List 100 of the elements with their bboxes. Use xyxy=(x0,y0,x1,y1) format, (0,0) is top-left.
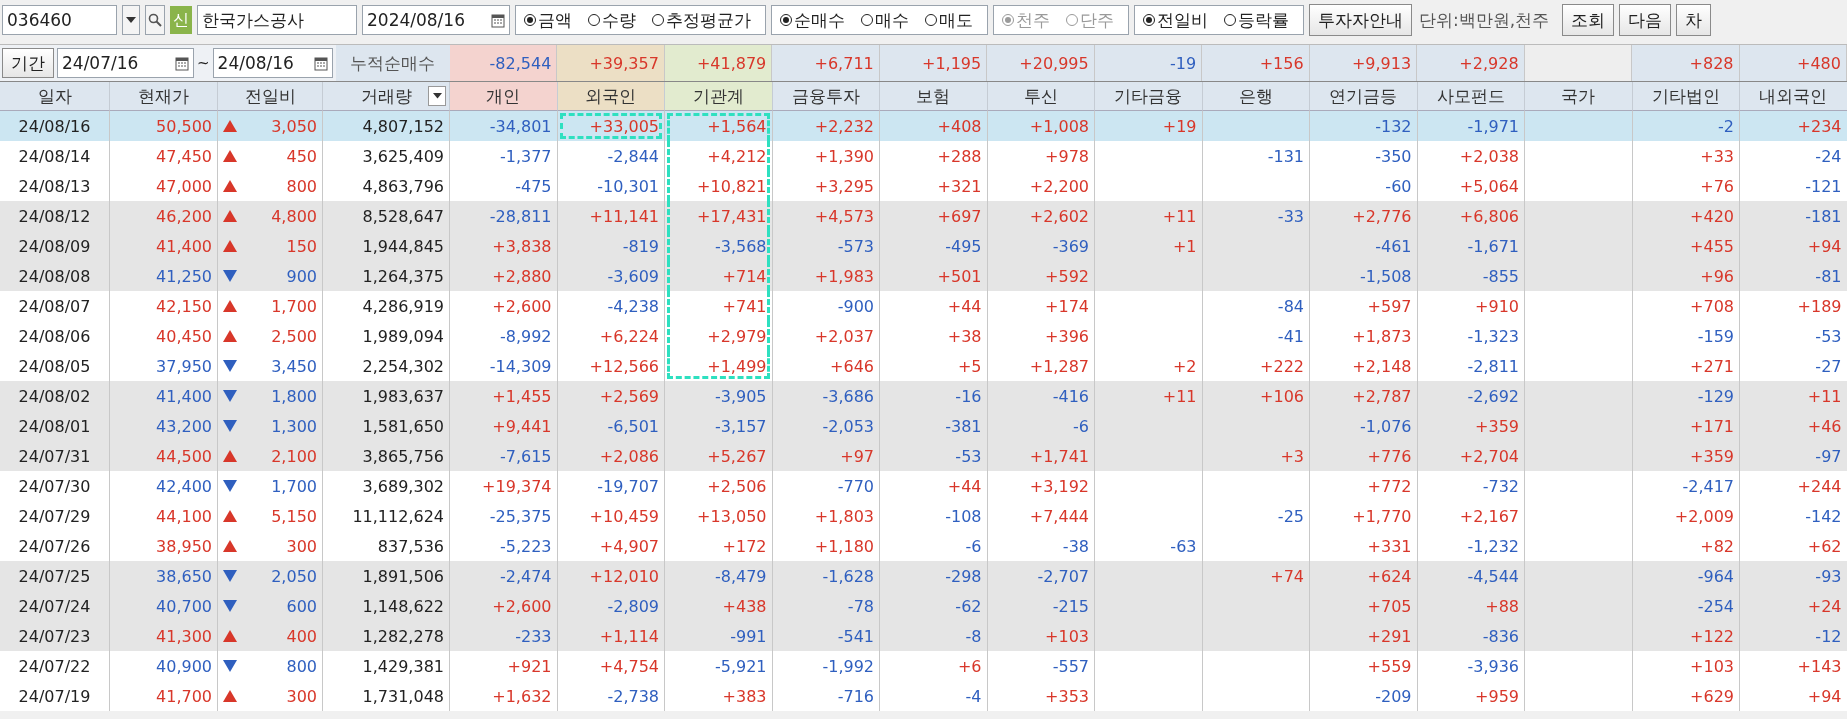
summary-cell: -19 xyxy=(1094,45,1203,81)
value-cell: +1,632 xyxy=(450,681,558,711)
period-button[interactable]: 기간 xyxy=(2,48,54,78)
start-date-field[interactable]: 24/07/16 xyxy=(57,48,194,78)
search-button[interactable] xyxy=(145,5,165,35)
value-cell: -97 xyxy=(1740,441,1847,471)
value-cell: +143 xyxy=(1740,651,1847,681)
value-cell: +94 xyxy=(1740,681,1847,711)
date-cell: 24/07/22 xyxy=(0,651,110,681)
value-cell: -25,375 xyxy=(450,501,558,531)
sort-dropdown-button[interactable] xyxy=(428,86,446,106)
value-cell: -4 xyxy=(880,681,988,711)
value-cell: +1 xyxy=(1095,231,1203,261)
investor-guide-button[interactable]: 투자자안내 xyxy=(1309,4,1412,36)
radio-option[interactable]: 등락률 xyxy=(1224,8,1289,32)
value-cell: +697 xyxy=(880,201,988,231)
value-cell: +1,180 xyxy=(772,531,880,561)
value-cell: -19,707 xyxy=(557,471,665,501)
summary-label: 누적순매수 xyxy=(335,45,450,81)
column-header: 개인 xyxy=(450,82,558,111)
value-cell: -84 xyxy=(1202,291,1310,321)
value-cell: +2,506 xyxy=(665,471,773,501)
price-cell: 38,950 xyxy=(110,531,218,561)
value-cell: +331 xyxy=(1310,531,1418,561)
value-cell: -34,801 xyxy=(450,111,558,141)
price-cell: 40,700 xyxy=(110,591,218,621)
radio-option[interactable]: 매수 xyxy=(861,8,909,32)
dropdown-button[interactable] xyxy=(122,5,140,35)
radio-option[interactable]: 금액 xyxy=(524,8,572,32)
value-cell: -716 xyxy=(772,681,880,711)
radio-option[interactable]: 추정평균가 xyxy=(652,8,751,32)
value-cell: -3,157 xyxy=(665,411,773,441)
column-header: 사모펀드 xyxy=(1417,82,1525,111)
price-cell: 43,200 xyxy=(110,411,218,441)
date-cell: 24/07/26 xyxy=(0,531,110,561)
value-cell: -416 xyxy=(987,381,1095,411)
value-cell: +708 xyxy=(1632,291,1740,321)
date-cell: 24/08/12 xyxy=(0,201,110,231)
value-cell: +44 xyxy=(880,291,988,321)
value-cell: -964 xyxy=(1632,561,1740,591)
value-cell: +2,009 xyxy=(1632,501,1740,531)
value-cell: +2,232 xyxy=(772,111,880,141)
toolbar-button[interactable]: 조회 xyxy=(1562,4,1615,36)
value-cell: -1,076 xyxy=(1310,411,1418,441)
value-cell: -350 xyxy=(1310,141,1418,171)
value-cell: +244 xyxy=(1740,471,1847,501)
value-cell: +46 xyxy=(1740,411,1847,441)
radio-option[interactable]: 매도 xyxy=(925,8,973,32)
stock-code-field[interactable]: 036460 xyxy=(2,5,117,35)
price-cell: 38,650 xyxy=(110,561,218,591)
value-cell: +597 xyxy=(1310,291,1418,321)
toolbar-button[interactable]: 다음 xyxy=(1619,4,1672,36)
radio-option[interactable]: 수량 xyxy=(588,8,636,32)
calendar-icon[interactable] xyxy=(491,12,505,28)
volume-cell: 8,528,647 xyxy=(323,201,450,231)
value-cell: +353 xyxy=(987,681,1095,711)
value-cell: +24 xyxy=(1740,591,1847,621)
column-header: 내외국인 xyxy=(1740,82,1847,111)
price-cell: 40,900 xyxy=(110,651,218,681)
value-cell: +776 xyxy=(1310,441,1418,471)
stock-name-field[interactable]: 한국가스공사 xyxy=(197,5,357,35)
date-cell: 24/08/02 xyxy=(0,381,110,411)
volume-cell: 3,865,756 xyxy=(323,441,450,471)
date-cell: 24/07/23 xyxy=(0,621,110,651)
value-cell: -24 xyxy=(1740,141,1847,171)
value-cell: -381 xyxy=(880,411,988,441)
volume-cell: 1,282,278 xyxy=(323,621,450,651)
change-value: 600 xyxy=(286,596,317,616)
value-cell: -121 xyxy=(1740,171,1847,201)
value-cell: -2,474 xyxy=(450,561,558,591)
date-cell: 24/07/29 xyxy=(0,501,110,531)
value-cell: +2,776 xyxy=(1310,201,1418,231)
end-date-field[interactable]: 24/08/16 xyxy=(212,48,333,78)
change-value: 2,100 xyxy=(271,446,317,466)
value-cell: -209 xyxy=(1310,681,1418,711)
toolbar-button[interactable]: 차 xyxy=(1676,4,1712,36)
summary-cell: +828 xyxy=(1632,45,1740,81)
calendar-icon[interactable] xyxy=(175,55,189,71)
value-cell: -770 xyxy=(772,471,880,501)
volume-cell: 4,807,152 xyxy=(323,111,450,141)
calendar-icon[interactable] xyxy=(313,55,328,71)
radio-option[interactable]: 순매수 xyxy=(780,8,845,32)
value-cell: -836 xyxy=(1417,621,1525,651)
column-header: 외국인 xyxy=(557,82,665,111)
radio-option[interactable]: 전일비 xyxy=(1143,8,1208,32)
value-cell: -4,238 xyxy=(557,291,665,321)
value-cell: -2 xyxy=(1632,111,1740,141)
price-cell: 42,150 xyxy=(110,291,218,321)
volume-cell: 4,863,796 xyxy=(323,171,450,201)
value-cell: -6,501 xyxy=(557,411,665,441)
date-field[interactable]: 2024/08/16 xyxy=(362,5,510,35)
column-header: 국가 xyxy=(1525,82,1633,111)
summary-cell: +480 xyxy=(1739,45,1847,81)
volume-cell: 2,254,302 xyxy=(323,351,450,381)
value-cell: -495 xyxy=(880,231,988,261)
value-cell: -25 xyxy=(1202,501,1310,531)
volume-cell: 1,983,637 xyxy=(323,381,450,411)
change-value: 3,050 xyxy=(271,116,317,136)
value-cell: -5,921 xyxy=(665,651,773,681)
value-cell: +13,050 xyxy=(665,501,773,531)
